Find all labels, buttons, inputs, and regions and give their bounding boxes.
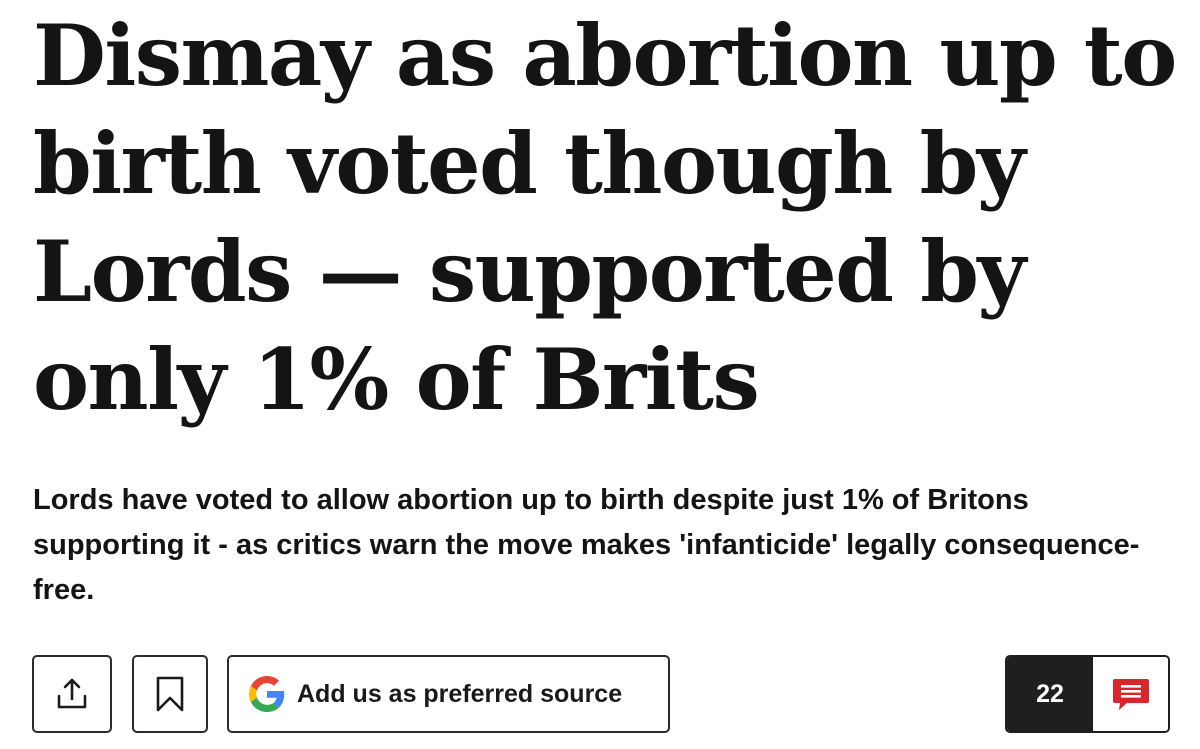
comment-count: 22	[1007, 657, 1093, 731]
comment-icon-container	[1093, 657, 1168, 731]
preferred-source-label: Add us as preferred source	[297, 679, 623, 708]
add-preferred-source-button[interactable]: Add us as preferred source	[227, 655, 670, 733]
article-action-bar: Add us as preferred source 22	[0, 655, 1200, 733]
share-button[interactable]	[32, 655, 112, 733]
google-g-icon	[249, 676, 285, 712]
bookmark-icon	[156, 676, 184, 712]
comments-button[interactable]: 22	[1005, 655, 1170, 733]
share-icon	[57, 678, 87, 709]
article-standfirst: Lords have voted to allow abortion up to…	[33, 484, 1140, 606]
bookmark-button[interactable]	[132, 655, 208, 733]
article-headline: Dismay as abortion up to birth voted tho…	[33, 6, 1177, 429]
comment-icon	[1112, 679, 1149, 710]
